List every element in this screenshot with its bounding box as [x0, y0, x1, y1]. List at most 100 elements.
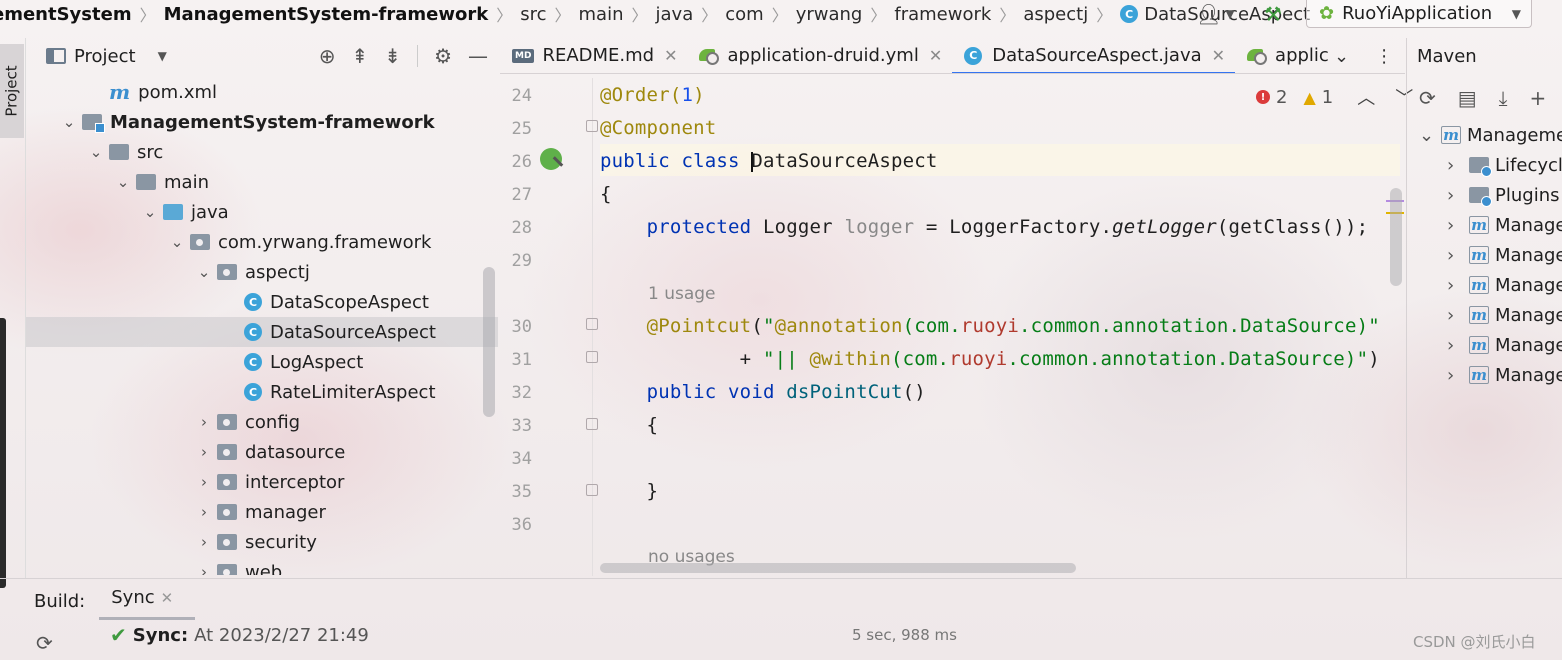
maven-tree-item[interactable]: ⌄ m Manageme	[1407, 120, 1562, 150]
locate-icon[interactable]: ⊕	[319, 44, 336, 68]
chevron-right-icon[interactable]: ›	[1447, 185, 1463, 206]
project-tool-window-tab[interactable]: Project	[0, 44, 24, 138]
hide-icon[interactable]: —	[468, 44, 488, 68]
close-icon[interactable]: ✕	[929, 46, 942, 65]
spring-bean-icon[interactable]	[540, 148, 562, 170]
sync-status[interactable]: ✔ Sync: At 2023/2/27 21:49	[110, 623, 369, 647]
tree-item[interactable]: ⌄ src	[26, 137, 498, 167]
tree-item[interactable]: ⌄ com.yrwang.framework	[26, 227, 498, 257]
chevron-right-icon[interactable]: ›	[1447, 215, 1463, 236]
download-icon[interactable]: ⤓	[1499, 86, 1508, 110]
inspection-widget[interactable]: ! 2 ▲ 1 ︿ ﹀	[1256, 84, 1413, 110]
tree-item[interactable]: C DataScopeAspect	[26, 287, 498, 317]
breadcrumb-item[interactable]: ManagementSystem-framework	[164, 4, 489, 25]
code-editor[interactable]: @Order(1) @Component public class DataSo…	[600, 78, 1400, 576]
maven-tree-item[interactable]: › m Manage	[1407, 300, 1562, 330]
maven-tree-item[interactable]: › Plugins	[1407, 180, 1562, 210]
editor-tab[interactable]: C DataSourceAspect.java ✕	[952, 38, 1235, 73]
close-icon[interactable]: ✕	[161, 589, 174, 607]
editor-tab[interactable]: MD README.md ✕	[500, 38, 687, 73]
tree-item[interactable]: › interceptor	[26, 467, 498, 497]
tree-item[interactable]: ⌄ aspectj	[26, 257, 498, 287]
chevron-down-icon[interactable]: ⌄	[168, 233, 186, 251]
tab-sync[interactable]: Sync ✕	[99, 587, 196, 620]
maven-tree-item[interactable]: › m Manage	[1407, 270, 1562, 300]
tree-item[interactable]: › datasource	[26, 437, 498, 467]
expand-all-icon[interactable]: ⇞	[352, 44, 369, 68]
chevron-down-icon[interactable]: ⌄	[60, 113, 78, 131]
tree-item[interactable]: m pom.xml	[26, 77, 498, 107]
fold-marker-icon[interactable]	[586, 351, 598, 363]
breadcrumb-item[interactable]: aspectj	[1023, 4, 1088, 25]
chevron-right-icon[interactable]: ›	[1447, 335, 1463, 356]
chevron-down-icon[interactable]: ⌄	[1419, 125, 1435, 146]
project-panel-title[interactable]: Project	[74, 46, 136, 67]
reload-icon[interactable]: ⟳	[1419, 86, 1436, 110]
breadcrumb-item[interactable]: com	[725, 4, 763, 25]
tree-item[interactable]: › web	[26, 557, 498, 575]
chevron-down-icon[interactable]: ⌄	[1334, 46, 1349, 67]
tree-item[interactable]: ⌄ java	[26, 197, 498, 227]
build-hammer-button[interactable]: ⚒︎	[1264, 0, 1282, 28]
fold-marker-icon[interactable]	[586, 418, 598, 430]
usage-hint[interactable]: 1 usage	[648, 284, 716, 304]
chevron-right-icon[interactable]: ›	[195, 413, 213, 431]
chevron-down-icon[interactable]: ⌄	[141, 203, 159, 221]
chevron-right-icon[interactable]: ›	[1447, 365, 1463, 386]
tree-item[interactable]: C LogAspect	[26, 347, 498, 377]
breadcrumb-item[interactable]: java	[656, 4, 694, 25]
maven-panel-title[interactable]: Maven	[1417, 46, 1477, 67]
chevron-right-icon[interactable]: ›	[195, 563, 213, 575]
tree-item[interactable]: › security	[26, 527, 498, 557]
strip-resize-handle[interactable]	[0, 318, 6, 588]
tree-item[interactable]: › manager	[26, 497, 498, 527]
chevron-right-icon[interactable]: ›	[1447, 155, 1463, 176]
maven-tree-item[interactable]: › Lifecycl	[1407, 150, 1562, 180]
user-icon[interactable]: 👤︎	[1196, 2, 1221, 26]
breadcrumb-item[interactable]: main	[579, 4, 624, 25]
chevron-down-icon[interactable]: ⌄	[114, 173, 132, 191]
tree-item[interactable]: C RateLimiterAspect	[26, 377, 498, 407]
folder-icon	[136, 174, 156, 190]
fold-marker-icon[interactable]	[586, 484, 598, 496]
reload-folder-icon[interactable]: ▤	[1458, 86, 1477, 110]
editor-tab[interactable]: application-druid.yml ✕	[687, 38, 952, 73]
maven-tree-item[interactable]: › m Manage	[1407, 210, 1562, 240]
chevron-down-icon[interactable]: ▼	[158, 49, 167, 63]
breadcrumb-item[interactable]: src	[520, 4, 546, 25]
run-configuration-select[interactable]: ✿ RuoYiApplication ▼	[1306, 0, 1532, 28]
previous-highlight-icon[interactable]: ︿	[1357, 84, 1375, 110]
editor-vertical-scrollbar[interactable]	[1390, 188, 1402, 286]
tree-item[interactable]: › config	[26, 407, 498, 437]
chevron-down-icon[interactable]: ⌄	[87, 143, 105, 161]
chevron-right-icon[interactable]: ›	[195, 443, 213, 461]
tree-item[interactable]: C DataSourceAspect	[26, 317, 498, 347]
chevron-down-icon[interactable]: ⌄	[195, 263, 213, 281]
breadcrumb-item[interactable]: yrwang	[796, 4, 863, 25]
fold-marker-icon[interactable]	[586, 120, 598, 132]
chevron-right-icon[interactable]: ›	[195, 503, 213, 521]
account-widget[interactable]: 👤︎ ▼	[1196, 0, 1235, 28]
refresh-icon[interactable]: ⟳	[36, 631, 53, 655]
tree-item[interactable]: ⌄ main	[26, 167, 498, 197]
chevron-right-icon[interactable]: ›	[1447, 245, 1463, 266]
more-options-icon[interactable]: ⋮	[1375, 46, 1393, 67]
chevron-right-icon[interactable]: ›	[195, 473, 213, 491]
chevron-right-icon[interactable]: ›	[1447, 305, 1463, 326]
maven-tree-item[interactable]: › m Manage	[1407, 240, 1562, 270]
collapse-all-icon[interactable]: ⇟	[384, 44, 401, 68]
breadcrumb-item[interactable]: framework	[894, 4, 991, 25]
maven-tree-item[interactable]: › m Manage	[1407, 330, 1562, 360]
chevron-right-icon[interactable]: ›	[1447, 275, 1463, 296]
gear-icon[interactable]: ⚙	[434, 44, 452, 68]
add-icon[interactable]: +	[1530, 86, 1547, 110]
editor-tab[interactable]: applic	[1235, 38, 1339, 73]
chevron-right-icon[interactable]: ›	[195, 533, 213, 551]
editor-horizontal-scrollbar[interactable]	[600, 563, 1076, 573]
tree-item[interactable]: ⌄ ManagementSystem-framework	[26, 107, 498, 137]
fold-marker-icon[interactable]	[586, 318, 598, 330]
maven-tree-item[interactable]: › m Manage	[1407, 360, 1562, 390]
breadcrumb-item[interactable]: ementSystem	[0, 4, 132, 25]
close-icon[interactable]: ✕	[1212, 46, 1225, 65]
close-icon[interactable]: ✕	[664, 46, 677, 65]
